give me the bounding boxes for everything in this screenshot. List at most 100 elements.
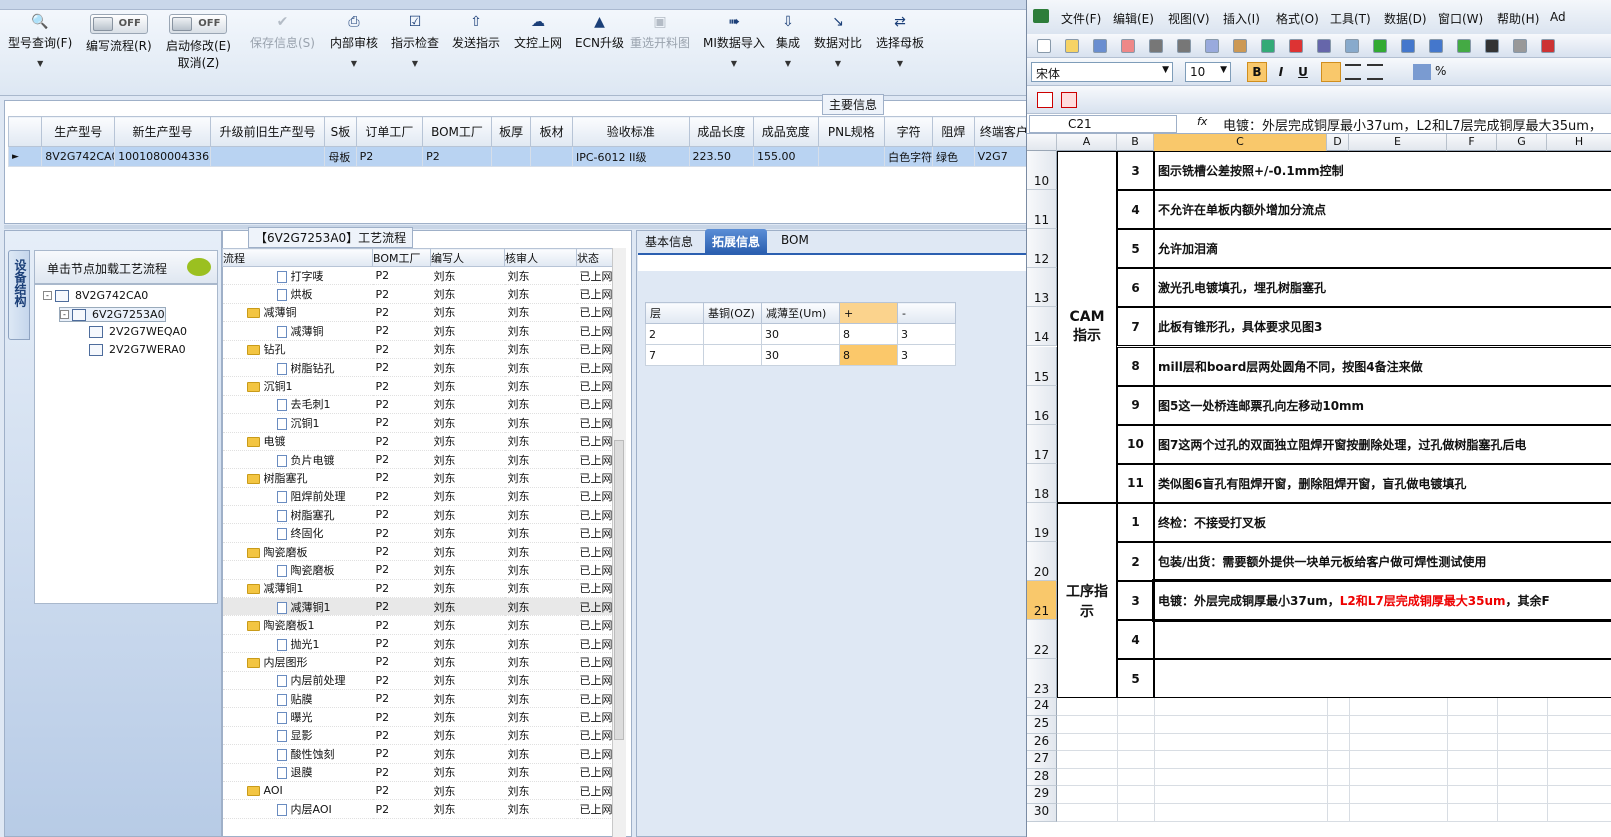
table-cell[interactable]: 30: [761, 323, 840, 345]
table-cell[interactable]: 8V2G742CA0: [41, 146, 116, 167]
menu-ad[interactable]: Ad: [1550, 10, 1566, 24]
table-row[interactable]: ► 8V2G742CA0 10010800043362 母板 P2 P2 IPC-6012 …: [7, 146, 1050, 167]
align-left-button[interactable]: [1321, 62, 1341, 82]
cancel-label[interactable]: 取消(Z): [178, 56, 220, 70]
column-header[interactable]: 板材: [530, 116, 573, 147]
instruction-cell[interactable]: 类似图6盲孔有阻焊开窗，删除阻焊开窗，盲孔做电镀填孔: [1154, 463, 1611, 503]
empty-row[interactable]: [1057, 751, 1611, 769]
column-header[interactable]: BOM工厂: [372, 248, 431, 267]
table-cell[interactable]: 10010800043362: [114, 146, 211, 167]
scrollbar-thumb[interactable]: [614, 440, 624, 740]
table-cell[interactable]: 8: [839, 323, 898, 345]
equipment-structure-tab[interactable]: 设备结构: [8, 250, 30, 340]
process-row[interactable]: 陶瓷磨板 P2 刘东 刘东 已上网: [222, 542, 623, 562]
column-header[interactable]: 生产型号: [41, 116, 116, 147]
row-header[interactable]: 13: [1027, 268, 1057, 308]
column-header[interactable]: 阻焊: [932, 116, 975, 147]
instruction-cell[interactable]: 允许加泪滴: [1154, 229, 1611, 269]
process-row[interactable]: 电镀 P2 刘东 刘东 已上网: [222, 432, 623, 451]
empty-row[interactable]: [1057, 804, 1611, 822]
menu-help[interactable]: 帮助(H): [1497, 10, 1539, 27]
row-header[interactable]: 22: [1027, 620, 1057, 660]
process-row[interactable]: 树脂塞孔 P2 刘东 刘东 已上网: [222, 505, 623, 525]
column-header[interactable]: 流程: [222, 248, 373, 267]
column-header[interactable]: D: [1327, 134, 1349, 151]
column-header[interactable]: H: [1547, 134, 1611, 151]
table-cell[interactable]: [817, 146, 886, 167]
empty-row[interactable]: [1057, 733, 1611, 752]
table-cell[interactable]: 白色字符: [884, 146, 934, 167]
column-header[interactable]: -: [897, 302, 956, 324]
process-row[interactable]: 内层前处理 P2 刘东 刘东 已上网: [222, 671, 623, 690]
process-row[interactable]: 树脂钻孔 P2 刘东 刘东 已上网: [222, 358, 623, 378]
row-header[interactable]: 12: [1027, 229, 1057, 269]
row-header[interactable]: 14: [1027, 307, 1057, 347]
menu-edit[interactable]: 编辑(E): [1113, 10, 1154, 27]
process-row[interactable]: 去毛刺1 P2 刘东 刘东 已上网: [222, 395, 623, 415]
menu-file[interactable]: 文件(F): [1061, 10, 1101, 27]
align-center-button[interactable]: [1345, 64, 1361, 80]
table-cell[interactable]: 3: [897, 323, 956, 345]
process-row[interactable]: 减薄铜1 P2 刘东 刘东 已上网: [222, 597, 623, 617]
tab-extension-info[interactable]: 拓展信息: [705, 229, 768, 253]
process-row[interactable]: 内层AOI P2 刘东 刘东 已上网: [222, 799, 623, 819]
cam-instruction-group[interactable]: CAM指示: [1057, 151, 1117, 503]
pdf-settings-icon[interactable]: [1061, 92, 1077, 108]
process-row[interactable]: 烘板 P2 刘东 刘东 已上网: [222, 284, 623, 304]
horizontal-splitter[interactable]: [4, 225, 1050, 229]
toolbar-button-icon[interactable]: [1457, 39, 1471, 53]
reselect-cut-image-button[interactable]: ▣ 重选开料图: [630, 14, 690, 51]
process-row[interactable]: AOI P2 刘东 刘东 已上网: [222, 781, 623, 801]
table-cell[interactable]: 2: [645, 323, 704, 345]
process-row[interactable]: 酸性蚀刻 P2 刘东 刘东 已上网: [222, 744, 623, 764]
item-number-cell[interactable]: 9: [1117, 385, 1154, 425]
row-header[interactable]: 30: [1027, 804, 1057, 822]
row-header[interactable]: 17: [1027, 424, 1057, 464]
toolbar-button-icon[interactable]: [1233, 39, 1247, 53]
select-all-corner[interactable]: [1027, 134, 1057, 151]
process-row[interactable]: 抛光1 P2 刘东 刘东 已上网: [222, 634, 623, 654]
table-cell[interactable]: [703, 344, 762, 366]
tree-node[interactable]: -8V2G742CA0: [43, 289, 148, 302]
column-header[interactable]: +: [839, 302, 898, 324]
underline-button[interactable]: U: [1293, 62, 1313, 82]
process-row[interactable]: 打字唛 P2 刘东 刘东 已上网: [222, 266, 623, 286]
process-row[interactable]: 减薄铜1 P2 刘东 刘东 已上网: [222, 579, 623, 599]
tab-basic-info[interactable]: 基本信息: [638, 229, 700, 253]
row-header[interactable]: 16: [1027, 385, 1057, 425]
toolbar-button-icon[interactable]: [1513, 39, 1527, 53]
column-header[interactable]: F: [1447, 134, 1497, 151]
align-right-button[interactable]: [1367, 64, 1383, 80]
instruction-cell[interactable]: 不允许在单板内额外增加分流点: [1154, 190, 1611, 230]
row-header[interactable]: 19: [1027, 502, 1057, 542]
row-header[interactable]: 25: [1027, 716, 1057, 734]
item-number-cell[interactable]: 3: [1117, 581, 1154, 621]
italic-button[interactable]: I: [1271, 62, 1291, 82]
instruction-cell[interactable]: 此板有锥形孔，具体要求见图3: [1154, 307, 1611, 347]
empty-row[interactable]: [1057, 786, 1611, 804]
integrate-button[interactable]: ⇩ 集成 ▼: [776, 14, 800, 68]
table-cell[interactable]: 3: [897, 344, 956, 366]
toolbar-button-icon[interactable]: [1317, 39, 1331, 53]
ecn-upgrade-button[interactable]: ▲ ECN升级: [575, 14, 624, 51]
percent-icon[interactable]: %: [1435, 64, 1449, 80]
toolbar-button-icon[interactable]: [1373, 39, 1387, 53]
table-cell[interactable]: 绿色: [932, 146, 975, 167]
process-row[interactable]: 沉铜1 P2 刘东 刘东 已上网: [222, 413, 623, 433]
row-header[interactable]: 28: [1027, 768, 1057, 787]
item-number-cell[interactable]: 5: [1117, 659, 1154, 699]
toolbar-button-icon[interactable]: [1541, 39, 1555, 53]
instruction-cell[interactable]: mill层和board层两处圆角不同，按图4备注来做: [1154, 346, 1611, 386]
tree-node[interactable]: 2V2G7WERA0: [89, 343, 186, 356]
row-header[interactable]: 29: [1027, 786, 1057, 804]
toolbar-button-icon[interactable]: [1205, 39, 1219, 53]
process-row[interactable]: 内层图形 P2 刘东 刘东 已上网: [222, 652, 623, 672]
table-cell[interactable]: 155.00: [753, 146, 819, 167]
currency-icon[interactable]: [1413, 64, 1431, 80]
row-header[interactable]: 10: [1027, 151, 1057, 191]
toolbar-button-icon[interactable]: [1261, 39, 1275, 53]
menu-window[interactable]: 窗口(W): [1438, 10, 1483, 27]
menu-format[interactable]: 格式(O): [1276, 10, 1319, 27]
internal-review-button[interactable]: ⎙ 内部审核 ▼: [330, 14, 378, 68]
row-header[interactable]: 21: [1027, 581, 1057, 621]
